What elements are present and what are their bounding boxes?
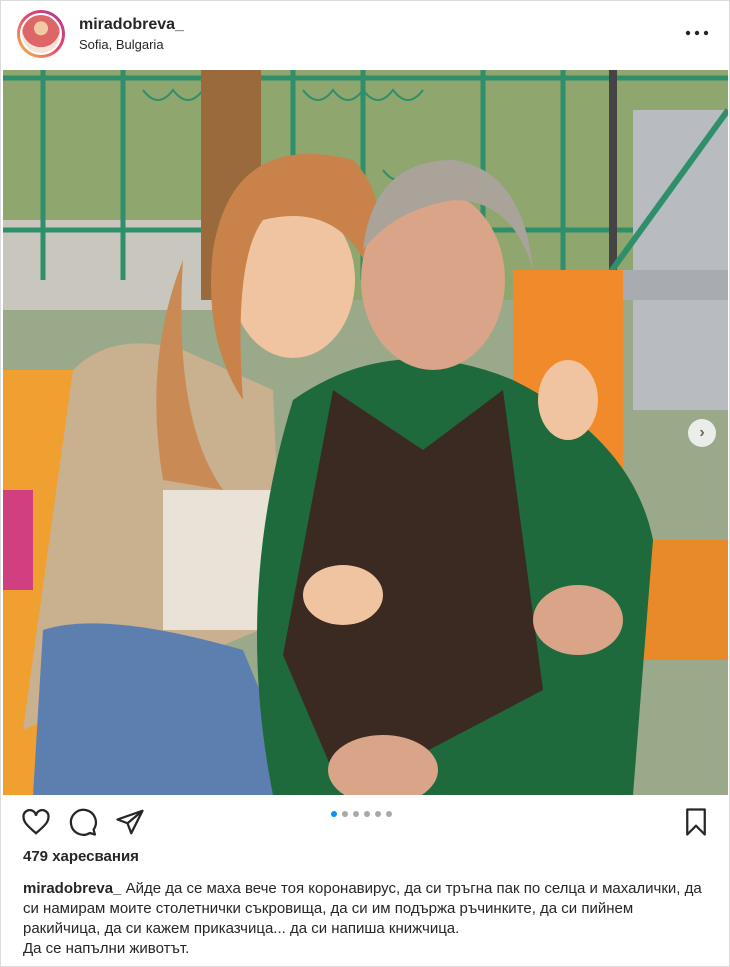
carousel-dot xyxy=(353,811,359,817)
bookmark-icon[interactable] xyxy=(681,807,711,837)
caption-text: Айде да се маха вече тоя коронавирус, да… xyxy=(23,880,702,937)
avatar-image xyxy=(20,13,62,55)
photo-illustration xyxy=(3,70,728,795)
carousel-dot xyxy=(386,811,392,817)
carousel-indicator xyxy=(331,811,392,817)
action-bar xyxy=(1,801,729,841)
caption-username[interactable]: miradobreva_ xyxy=(23,880,121,897)
header-text: miradobreva_ Sofia, Bulgaria xyxy=(79,16,184,52)
post-caption: miradobreva_ Айде да се маха вече тоя ко… xyxy=(23,879,713,959)
carousel-dot xyxy=(331,811,337,817)
avatar[interactable] xyxy=(17,10,65,58)
comment-icon[interactable] xyxy=(68,807,98,837)
heart-icon[interactable] xyxy=(21,807,51,837)
instagram-post: miradobreva_ Sofia, Bulgaria › 479 харес… xyxy=(0,0,730,967)
more-horizontal-icon[interactable] xyxy=(685,23,709,37)
carousel-dot xyxy=(364,811,370,817)
next-photo-button[interactable]: › xyxy=(688,419,716,447)
caption-line2: Да се напълни животът. xyxy=(23,940,190,957)
carousel-dot xyxy=(375,811,381,817)
location-link[interactable]: Sofia, Bulgaria xyxy=(79,37,184,52)
username-link[interactable]: miradobreva_ xyxy=(79,16,184,34)
likes-count[interactable]: 479 харесвания xyxy=(23,848,139,865)
post-photo[interactable]: › xyxy=(3,70,728,795)
carousel-dot xyxy=(342,811,348,817)
chevron-right-icon: › xyxy=(699,424,705,441)
post-header: miradobreva_ Sofia, Bulgaria xyxy=(1,1,729,67)
paper-plane-icon[interactable] xyxy=(115,807,145,837)
